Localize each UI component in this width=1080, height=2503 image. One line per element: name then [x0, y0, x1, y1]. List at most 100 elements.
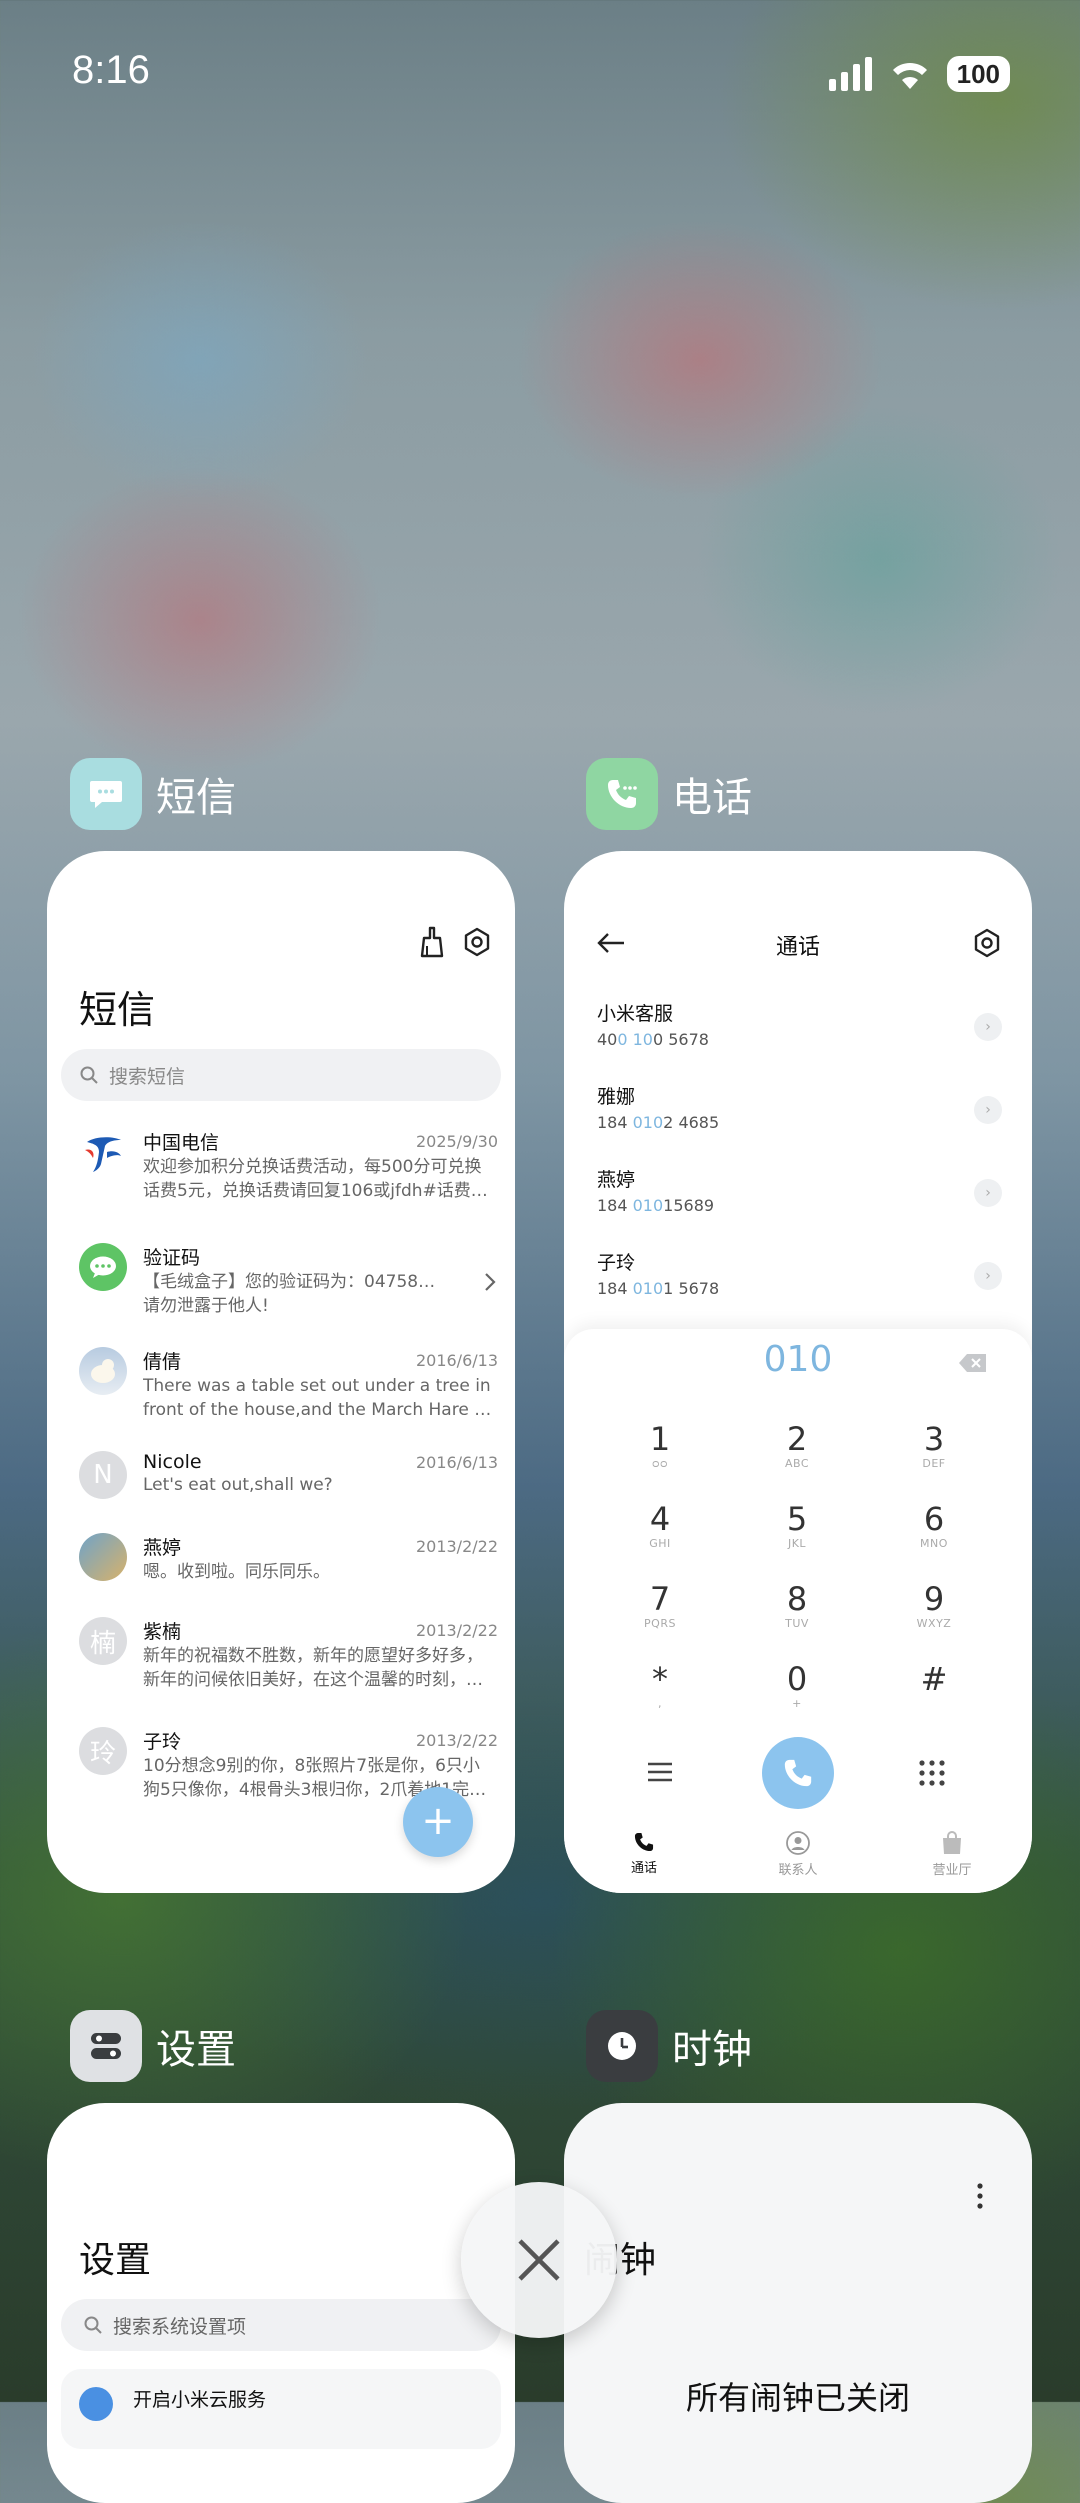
chevron-right-icon[interactable]: ›	[974, 1179, 1002, 1207]
chevron-right-icon[interactable]: ›	[974, 1096, 1002, 1124]
contact-number: 400 100 5678	[597, 1030, 709, 1049]
app-header-settings[interactable]: 设置	[70, 2010, 236, 2082]
phone-icon	[634, 1832, 654, 1852]
search-icon	[80, 1066, 98, 1084]
dial-key-1[interactable]: 1 ᴑᴑ	[610, 1421, 710, 1470]
message-date: 2013/2/22	[415, 1537, 498, 1556]
contact-number: 184 0102 4685	[597, 1113, 720, 1132]
dial-key-5[interactable]: 5 JKL	[747, 1501, 847, 1550]
phone-app-card[interactable]: 通话 小米客服 400 100 5678 › 雅娜 184 0102 4685 …	[564, 851, 1032, 1893]
tab-calls[interactable]: 通话	[604, 1831, 684, 1876]
dial-key-hash[interactable]: #	[884, 1661, 984, 1697]
dial-key-3[interactable]: 3 DEF	[884, 1421, 984, 1470]
bottom-nav: 通话 联系人 营业厅	[564, 1827, 1032, 1893]
clock-app-card[interactable]: 闹钟 所有闹钟已关闭	[564, 2103, 1032, 2503]
message-sender: 验证码	[143, 1247, 201, 1269]
dial-key-7[interactable]: 7 PQRS	[610, 1581, 710, 1630]
status-time: 8:16	[72, 48, 150, 92]
contact-name: 燕婷	[597, 1169, 636, 1191]
cloud-icon	[79, 2387, 113, 2421]
tab-label: 联系人	[778, 1863, 818, 1878]
search-icon	[84, 2316, 102, 2334]
app-name-phone: 电话	[672, 775, 752, 821]
message-preview-line1: 欢迎参加积分兑换话费活动，每500分可兑换	[143, 1157, 482, 1177]
app-name-sms: 短信	[156, 775, 236, 821]
tab-label: 通话	[630, 1861, 657, 1876]
recent-call-row[interactable]: 子玲 184 0101 5678 ›	[597, 1248, 1002, 1298]
clean-icon[interactable]	[418, 926, 446, 958]
message-sender: 倩倩	[143, 1351, 182, 1373]
close-icon	[518, 2239, 560, 2281]
contact-name: 雅娜	[597, 1086, 636, 1108]
message-date: 2016/6/13	[415, 1452, 498, 1472]
menu-icon[interactable]	[648, 1762, 672, 1782]
dial-key-8[interactable]: 8 TUV	[747, 1581, 847, 1630]
message-row[interactable]: 楠 紫楠 2013/2/22 新年的祝福数不胜数，新年的愿望好多好多， 新年的问候…	[79, 1617, 499, 1697]
search-placeholder: 搜索短信	[109, 1065, 186, 1088]
message-sender: 紫楠	[143, 1621, 182, 1643]
message-sender: Nicole	[143, 1451, 202, 1473]
message-row[interactable]: 中国电信 2025/9/30 欢迎参加积分兑换话费活动，每500分可兑换 话费5元…	[79, 1128, 499, 1208]
signal-icon	[828, 57, 872, 91]
contact-avatar	[79, 1533, 127, 1581]
app-header-phone[interactable]: 电话	[586, 758, 752, 830]
message-preview-line1: 【毛绒盒子】您的验证码为：047588，	[143, 1272, 443, 1292]
search-placeholder: 搜索系统设置项	[113, 2315, 247, 2338]
message-row[interactable]: 燕婷 2013/2/22 嗯。收到啦。同乐同乐。	[79, 1533, 499, 1589]
settings-app-card[interactable]: 设置 搜索系统设置项 开启小米云服务	[47, 2103, 515, 2503]
message-preview-line1: 10分想念9别的你，8张照片7张是你，6只小	[143, 1756, 480, 1776]
recent-call-row[interactable]: 雅娜 184 0102 4685 ›	[597, 1082, 1002, 1132]
recent-call-row[interactable]: 小米客服 400 100 5678 ›	[597, 999, 1002, 1049]
app-name-settings: 设置	[156, 2027, 236, 2073]
status-icons: 100	[828, 56, 1010, 92]
tab-store[interactable]: 营业厅	[912, 1831, 992, 1878]
dial-key-6[interactable]: 6 MNO	[884, 1501, 984, 1550]
chevron-right-icon[interactable]: ›	[974, 1013, 1002, 1041]
message-sender: 燕婷	[143, 1537, 182, 1559]
phone-app-icon	[586, 758, 658, 830]
message-date: 2013/2/22	[415, 1621, 498, 1640]
new-message-fab[interactable]: +	[403, 1787, 473, 1857]
chevron-right-icon	[485, 1273, 496, 1291]
settings-gear-icon[interactable]	[972, 928, 1002, 958]
page-title: 通话	[775, 935, 820, 960]
dial-key-4[interactable]: 4 GHI	[610, 1501, 710, 1550]
page-title: 设置	[79, 2240, 152, 2281]
dial-key-2[interactable]: 2 ABC	[747, 1421, 847, 1470]
search-bar[interactable]: 搜索系统设置项	[61, 2299, 501, 2351]
recent-call-row[interactable]: 燕婷 184 01015689 ›	[597, 1165, 1002, 1215]
message-row[interactable]: 验证码 【毛绒盒子】您的验证码为：047588， 请勿泄露于他人!	[79, 1243, 499, 1323]
settings-app-icon	[70, 2010, 142, 2082]
app-header-clock[interactable]: 时钟	[586, 2010, 752, 2082]
sms-app-card[interactable]: 短信 搜索短信 中国电信 2025/9/30 欢迎参加积分兑换话费活动，每500分…	[47, 851, 515, 1893]
tab-contacts[interactable]: 联系人	[758, 1831, 838, 1878]
call-button[interactable]	[762, 1737, 834, 1809]
contact-avatar: 楠	[79, 1617, 127, 1665]
search-bar[interactable]: 搜索短信	[61, 1049, 501, 1101]
message-preview-line1: 嗯。收到啦。同乐同乐。	[143, 1562, 330, 1582]
message-date: 2025/9/30	[415, 1132, 498, 1151]
message-row[interactable]: 倩倩 2016/6/13 There was a table set out un…	[79, 1347, 499, 1427]
china-telecom-logo	[79, 1128, 127, 1176]
app-name-clock: 时钟	[672, 2027, 752, 2073]
settings-gear-icon[interactable]	[462, 927, 492, 957]
more-vertical-icon[interactable]	[976, 2183, 984, 2209]
contact-avatar: 玲	[79, 1727, 127, 1775]
message-preview-line1: There was a table set out under a tree i…	[143, 1376, 491, 1396]
dial-key-0[interactable]: 0 +	[747, 1661, 847, 1710]
message-date: 2016/6/13	[415, 1351, 498, 1370]
app-header-sms[interactable]: 短信	[70, 758, 236, 830]
backspace-icon[interactable]	[958, 1353, 988, 1373]
dialpad-panel: 010 1 ᴑᴑ 2 ABC 3 DEF 4 GHI 5 JKL 6 MNO 7 PQRS 8…	[564, 1329, 1032, 1893]
message-row[interactable]: N Nicole 2016/6/13 Let's eat out,shall we…	[79, 1451, 499, 1507]
contact-number: 184 01015689	[597, 1196, 715, 1215]
keypad-grid-icon[interactable]	[919, 1760, 945, 1786]
clear-all-button[interactable]	[461, 2182, 617, 2338]
contact-avatar: N	[79, 1451, 127, 1499]
chevron-right-icon[interactable]: ›	[974, 1262, 1002, 1290]
settings-row-cloud[interactable]: 开启小米云服务	[61, 2369, 501, 2449]
contact-avatar	[79, 1347, 127, 1395]
sms-app-icon	[70, 758, 142, 830]
dial-key-star[interactable]: *,	[610, 1661, 710, 1710]
dial-key-9[interactable]: 9 WXYZ	[884, 1581, 984, 1630]
